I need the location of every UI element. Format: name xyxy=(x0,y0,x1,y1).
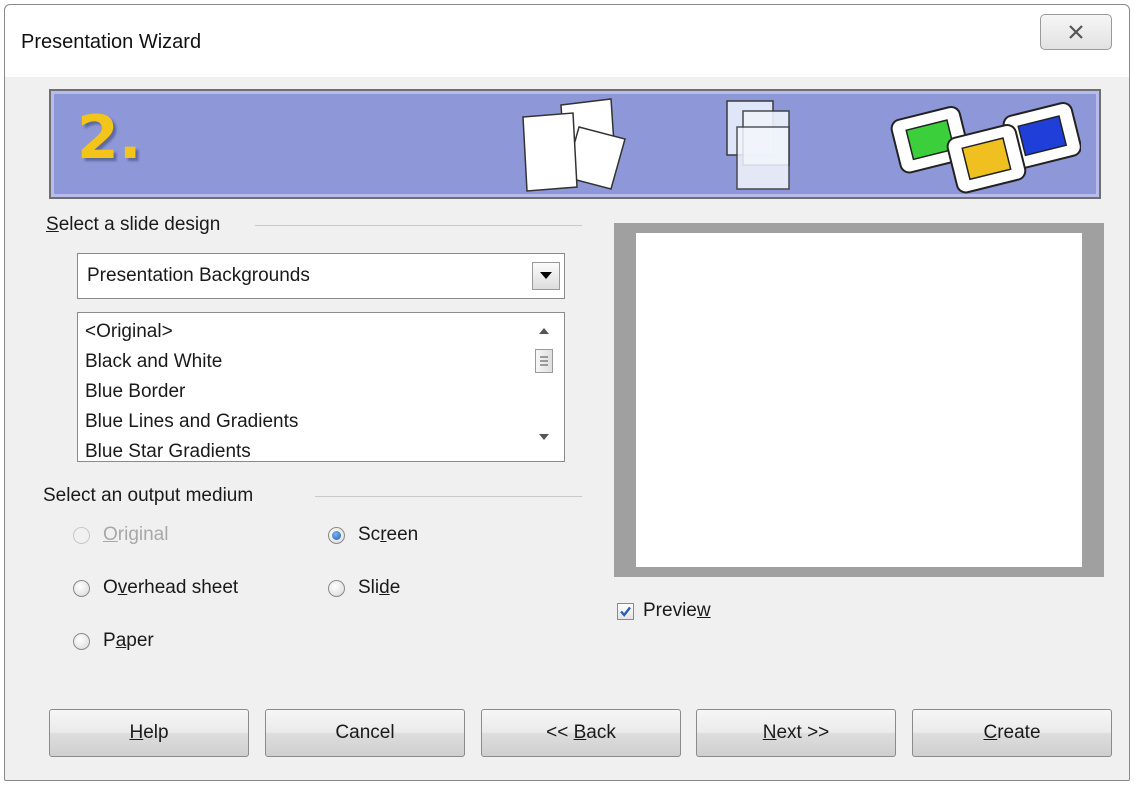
design-category-value: Presentation Backgrounds xyxy=(87,265,310,286)
radio-label-slide: Slide xyxy=(358,577,401,598)
next-button[interactable]: Next >> xyxy=(696,709,896,757)
slide-design-group-label: Select a slide design xyxy=(46,214,229,236)
radio-indicator xyxy=(328,579,345,597)
output-medium-group-label: Select an output medium xyxy=(43,485,262,507)
create-button[interactable]: Create xyxy=(912,709,1112,757)
design-category-dropdown[interactable]: Presentation Backgrounds xyxy=(77,253,565,299)
slide-preview-frame xyxy=(614,223,1104,577)
list-item[interactable]: Blue Star Gradients xyxy=(85,441,251,461)
grip-icon xyxy=(540,356,548,366)
pages-icon xyxy=(522,98,626,192)
list-item[interactable]: Blue Border xyxy=(85,381,185,403)
title-bar: Presentation Wizard xyxy=(5,5,1129,77)
radio-slide[interactable]: Slide xyxy=(328,577,400,599)
radio-label-overhead-sheet: Overhead sheet xyxy=(103,577,239,598)
list-scrollbar[interactable] xyxy=(528,313,564,461)
scrollbar-thumb[interactable] xyxy=(535,349,553,373)
close-icon xyxy=(1069,25,1083,39)
slide-design-list[interactable]: <Original> Black and White Blue Border B… xyxy=(77,312,565,462)
cancel-button[interactable]: Cancel xyxy=(265,709,465,757)
overlapping-slides-icon xyxy=(726,100,790,190)
close-button[interactable] xyxy=(1040,14,1112,50)
wizard-banner: 2. xyxy=(49,89,1101,199)
step-number: 2. xyxy=(77,103,142,173)
help-button[interactable]: Help xyxy=(49,709,249,757)
scroll-up-icon[interactable] xyxy=(538,327,550,335)
presentation-wizard-window: Presentation Wizard 2. Select a slide de… xyxy=(4,4,1130,781)
checkbox-box xyxy=(617,602,634,620)
radio-overhead-sheet[interactable]: Overhead sheet xyxy=(73,577,238,599)
slide-design-separator xyxy=(255,225,582,226)
list-item[interactable]: Blue Lines and Gradients xyxy=(85,411,298,433)
radio-indicator xyxy=(73,632,90,650)
back-button[interactable]: << Back xyxy=(481,709,681,757)
chevron-down-icon xyxy=(540,272,552,279)
list-item[interactable]: Black and White xyxy=(85,351,222,373)
radio-original[interactable]: Original xyxy=(73,524,168,546)
radio-indicator xyxy=(73,526,90,544)
color-slides-icon xyxy=(890,101,1081,194)
checkmark-icon xyxy=(620,606,631,617)
preview-checkbox[interactable]: Preview xyxy=(617,600,711,622)
output-medium-separator xyxy=(315,496,582,497)
radio-label-screen: Screen xyxy=(358,524,419,545)
slide-preview xyxy=(636,233,1082,567)
radio-label-paper: Paper xyxy=(103,630,154,651)
dropdown-button[interactable] xyxy=(532,262,560,290)
scroll-down-icon[interactable] xyxy=(538,433,550,441)
radio-indicator xyxy=(73,579,90,597)
radio-screen[interactable]: Screen xyxy=(328,524,418,546)
window-title: Presentation Wizard xyxy=(21,31,202,53)
radio-paper[interactable]: Paper xyxy=(73,630,154,652)
radio-indicator-selected xyxy=(328,526,345,544)
radio-label-original: Original xyxy=(103,524,169,545)
list-item[interactable]: <Original> xyxy=(85,321,173,343)
preview-checkbox-label: Preview xyxy=(643,600,711,621)
